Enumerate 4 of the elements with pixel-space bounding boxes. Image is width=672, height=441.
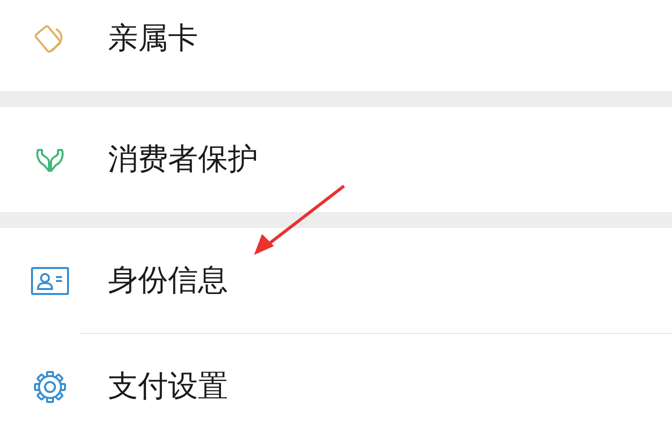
- menu-label: 亲属卡: [108, 21, 198, 57]
- menu-label: 支付设置: [108, 369, 228, 405]
- menu-label: 身份信息: [108, 263, 228, 299]
- menu-label: 消费者保护: [108, 142, 258, 178]
